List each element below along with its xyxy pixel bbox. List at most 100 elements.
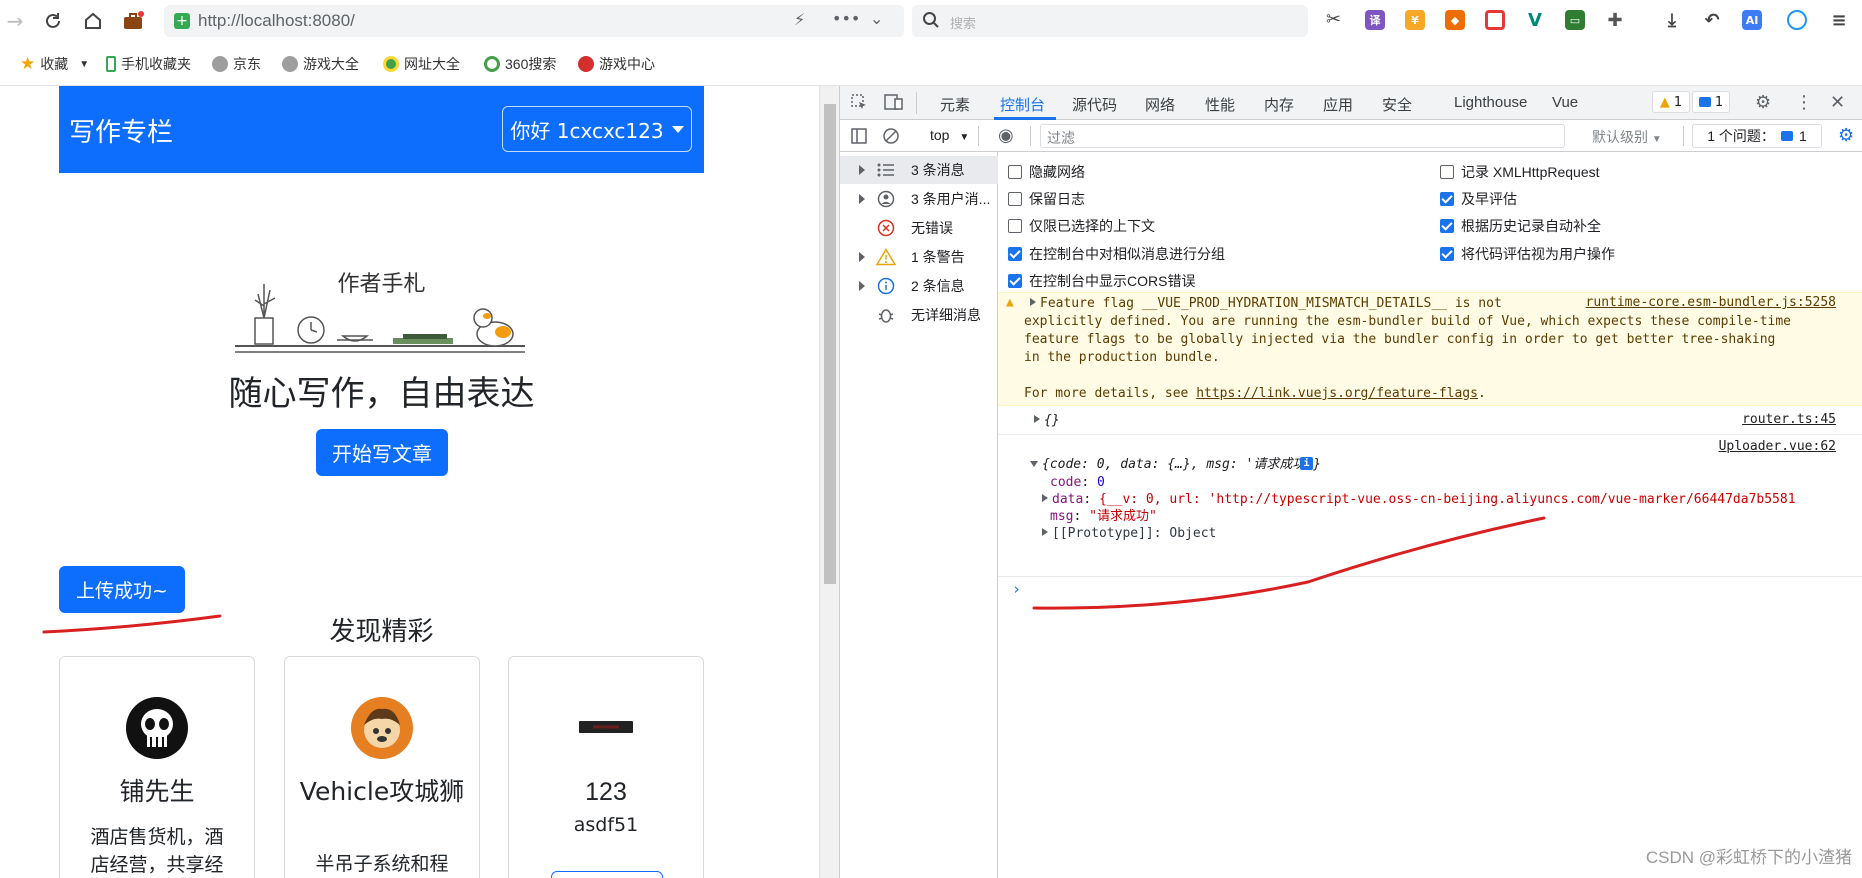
warnings-counter[interactable]: ▲ 1 bbox=[1652, 91, 1690, 113]
info-badge-icon[interactable]: i bbox=[1300, 457, 1313, 470]
checkbox[interactable] bbox=[1008, 192, 1022, 206]
red-ring-ext-icon[interactable] bbox=[1485, 10, 1505, 30]
sidebar-item-messages[interactable]: 3 条消息 bbox=[840, 156, 998, 184]
tab-network[interactable]: 网络 bbox=[1145, 94, 1175, 115]
expand-arrow-icon[interactable] bbox=[1030, 298, 1036, 306]
context-selector[interactable]: top ▼ bbox=[930, 127, 969, 143]
sidebar-item-verbose[interactable]: 无详细消息 bbox=[840, 301, 998, 329]
messages-counter[interactable]: 1 bbox=[1692, 91, 1730, 113]
console-prompt-icon[interactable]: › bbox=[1012, 580, 1021, 598]
puzzle-ext-icon[interactable]: ✚ bbox=[1605, 10, 1625, 31]
inspect-element-icon[interactable] bbox=[850, 93, 868, 116]
home-icon[interactable] bbox=[80, 8, 106, 34]
checkbox-checked[interactable] bbox=[1440, 247, 1454, 261]
expand-arrow-icon[interactable] bbox=[859, 194, 865, 204]
reload-icon[interactable] bbox=[40, 8, 66, 34]
address-bar[interactable]: + http://localhost:8080/ ⚡ ••• ⌄ bbox=[164, 5, 904, 37]
setting-selected-context[interactable]: 仅限已选择的上下文 bbox=[1008, 216, 1155, 236]
shield-ext-icon[interactable]: ¥ bbox=[1405, 10, 1425, 30]
checkbox[interactable] bbox=[1008, 219, 1022, 233]
chevron-down-icon[interactable]: ⌄ bbox=[870, 9, 883, 28]
card-action-button[interactable] bbox=[551, 871, 663, 878]
sidebar-item-info[interactable]: 2 条信息 bbox=[840, 272, 998, 300]
setting-autocomplete[interactable]: 根据历史记录自动补全 bbox=[1440, 216, 1601, 236]
vue-ext-icon[interactable]: V bbox=[1525, 10, 1545, 31]
dropdown-arrow-icon[interactable]: ▼ bbox=[79, 59, 89, 70]
checkbox-checked[interactable] bbox=[1008, 274, 1022, 288]
tab-performance[interactable]: 性能 bbox=[1205, 94, 1235, 115]
tab-lighthouse[interactable]: Lighthouse bbox=[1454, 94, 1527, 111]
undo-icon[interactable]: ↶ bbox=[1702, 10, 1722, 31]
expand-arrow-icon[interactable] bbox=[1042, 494, 1048, 502]
translate-ext-icon[interactable]: 译 bbox=[1365, 10, 1385, 30]
book-ext-icon[interactable]: ▭ bbox=[1565, 10, 1585, 30]
more-dots-icon[interactable]: ••• bbox=[832, 9, 860, 28]
author-card[interactable]: 铺先生 酒店售货机，酒店经营，共享经 bbox=[59, 656, 255, 878]
sidebar-item-errors[interactable]: 无错误 bbox=[840, 214, 998, 242]
issues-button[interactable]: 1 个问题： 1 bbox=[1692, 124, 1822, 148]
log-object-summary[interactable]: {code: 0, data: {…}, msg: '请求成功'} bbox=[1030, 456, 1321, 473]
checkbox-checked[interactable] bbox=[1440, 192, 1454, 206]
checkbox[interactable] bbox=[1008, 165, 1022, 179]
user-dropdown[interactable]: 你好 1cxcxc123 bbox=[502, 106, 692, 152]
scissors-icon[interactable]: ✂ bbox=[1326, 9, 1341, 30]
sidebar-item-user-messages[interactable]: 3 条用户消... bbox=[840, 185, 998, 213]
tab-vue[interactable]: Vue bbox=[1552, 94, 1578, 111]
bookmark-mobile[interactable]: 手机收藏夹 bbox=[106, 54, 191, 74]
tab-memory[interactable]: 内存 bbox=[1264, 94, 1294, 115]
checkbox[interactable] bbox=[1440, 165, 1454, 179]
expand-arrow-icon[interactable] bbox=[859, 281, 865, 291]
console-settings-gear-icon[interactable]: ⚙ bbox=[1838, 125, 1854, 146]
setting-user-activation[interactable]: 将代码评估视为用户操作 bbox=[1440, 244, 1615, 264]
checkbox-checked[interactable] bbox=[1440, 219, 1454, 233]
tab-application[interactable]: 应用 bbox=[1323, 94, 1353, 115]
briefcase-icon[interactable] bbox=[120, 8, 146, 34]
download-icon[interactable]: ⤓ bbox=[1662, 10, 1682, 31]
tab-elements[interactable]: 元素 bbox=[940, 94, 970, 115]
bookmark-games[interactable]: 游戏大全 bbox=[282, 54, 359, 74]
bookmark-jd[interactable]: 京东 bbox=[212, 54, 261, 74]
game-ext-icon[interactable]: ◆ bbox=[1445, 10, 1465, 30]
log-source-link[interactable]: Uploader.vue:62 bbox=[1719, 439, 1836, 454]
author-card[interactable]: 123 asdf51 bbox=[508, 656, 704, 878]
site-brand[interactable]: 写作专栏 bbox=[69, 112, 173, 149]
browser-logo-icon[interactable] bbox=[1787, 10, 1807, 30]
tab-sources[interactable]: 源代码 bbox=[1072, 94, 1117, 115]
gear-icon[interactable]: ⚙ bbox=[1755, 92, 1771, 113]
lightning-icon[interactable]: ⚡ bbox=[794, 10, 805, 29]
warning-source-link[interactable]: runtime-core.esm-bundler.js:5258 bbox=[1586, 295, 1836, 310]
expand-arrow-icon[interactable] bbox=[859, 165, 865, 175]
expand-arrow-icon[interactable] bbox=[859, 252, 865, 262]
log-level-select[interactable]: 默认级别 ▼ bbox=[1592, 127, 1662, 147]
setting-eager-eval[interactable]: 及早评估 bbox=[1440, 189, 1517, 209]
bookmark-360[interactable]: 360搜索 bbox=[484, 54, 556, 74]
tab-console[interactable]: 控制台 bbox=[1000, 94, 1045, 115]
kebab-menu-icon[interactable]: ⋮ bbox=[1795, 92, 1813, 113]
clear-console-icon[interactable] bbox=[882, 127, 900, 150]
page-scrollbar[interactable] bbox=[819, 86, 839, 878]
device-toolbar-icon[interactable] bbox=[884, 93, 904, 116]
ai-ext-icon[interactable]: AI bbox=[1742, 10, 1762, 30]
log-object[interactable]: {} bbox=[1034, 412, 1060, 429]
author-card[interactable]: Vehicle攻城狮 半吊子系统和程 bbox=[284, 656, 480, 878]
setting-preserve-log[interactable]: 保留日志 bbox=[1008, 189, 1085, 209]
start-writing-button[interactable]: 开始写文章 bbox=[316, 429, 448, 476]
feature-flags-link[interactable]: https://link.vuejs.org/feature-flags bbox=[1196, 386, 1478, 401]
sidebar-toggle-icon[interactable] bbox=[850, 127, 868, 150]
bookmark-sites[interactable]: 网址大全 bbox=[383, 54, 460, 74]
setting-log-xhr[interactable]: 记录 XMLHttpRequest bbox=[1440, 162, 1600, 182]
expand-arrow-icon[interactable] bbox=[1034, 415, 1040, 423]
bookmark-favorites[interactable]: ★ 收藏 ▼ bbox=[20, 54, 89, 74]
collapse-arrow-icon[interactable] bbox=[1030, 461, 1038, 467]
setting-hide-network[interactable]: 隐藏网络 bbox=[1008, 162, 1085, 182]
forward-arrow-icon[interactable]: → bbox=[2, 8, 28, 34]
log-source-link[interactable]: router.ts:45 bbox=[1742, 412, 1836, 427]
tab-security[interactable]: 安全 bbox=[1382, 94, 1412, 115]
sidebar-item-warnings[interactable]: 1 条警告 bbox=[840, 243, 998, 271]
menu-icon[interactable]: ≡ bbox=[1829, 10, 1849, 31]
setting-show-cors[interactable]: 在控制台中显示CORS错误 bbox=[1008, 271, 1195, 291]
browser-search-box[interactable]: 搜索 bbox=[912, 5, 1308, 37]
filter-input[interactable]: 过滤 bbox=[1040, 124, 1565, 148]
eye-icon[interactable]: ◉ bbox=[998, 125, 1014, 146]
close-icon[interactable]: ✕ bbox=[1830, 92, 1845, 113]
